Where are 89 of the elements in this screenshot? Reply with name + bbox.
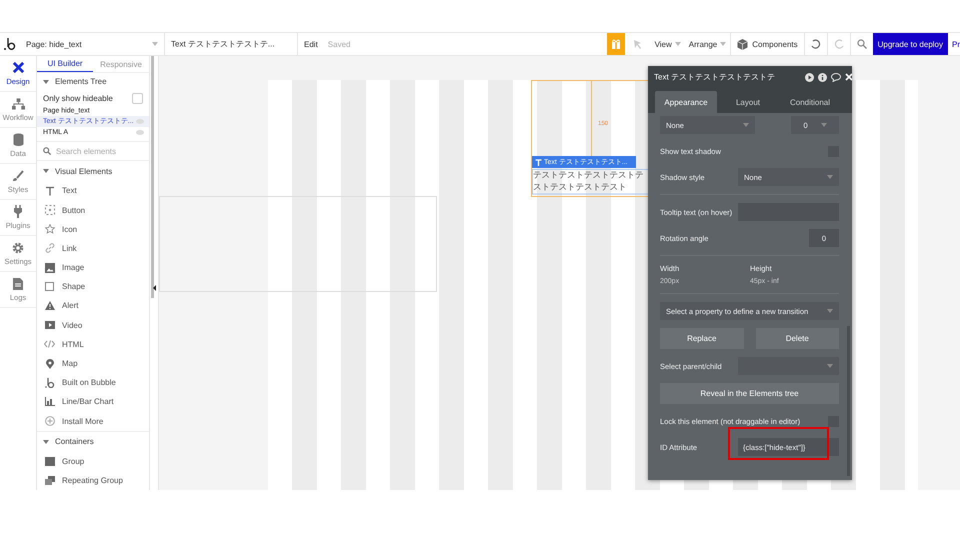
video-icon <box>44 321 54 330</box>
element-item[interactable]: Install More <box>37 411 149 431</box>
section-title[interactable]: Elements Tree <box>55 77 107 86</box>
element-dropdown[interactable]: Text テストテストテストテ... <box>165 33 298 55</box>
eye-icon[interactable] <box>136 130 144 136</box>
element-item[interactable]: Group <box>37 452 149 471</box>
pointer-icon[interactable] <box>632 39 643 49</box>
gift-button[interactable] <box>606 33 625 55</box>
stacked-squares-icon <box>44 476 54 485</box>
editor-tab[interactable]: Layout <box>717 91 779 113</box>
plus-circle-icon <box>44 416 54 426</box>
caret-icon <box>43 80 49 84</box>
warning-icon <box>44 301 54 310</box>
chart-icon <box>44 397 54 406</box>
logo-icon[interactable] <box>4 38 16 50</box>
dropdown[interactable] <box>738 357 839 375</box>
section-title[interactable]: Containers <box>55 437 94 446</box>
element-item[interactable]: Icon <box>37 220 149 239</box>
caret-icon <box>43 169 49 174</box>
page-dropdown[interactable]: Page: hide_text <box>20 33 165 55</box>
caret-icon <box>820 123 827 127</box>
editor-title: Text テストテストテストテストテ <box>654 72 775 83</box>
text-icon <box>44 186 54 196</box>
info-icon[interactable] <box>818 72 828 82</box>
element-item[interactable]: Video <box>37 316 149 335</box>
tools-icon <box>12 61 24 74</box>
brush-icon <box>12 170 24 182</box>
element-item[interactable]: Repeating Group <box>37 470 149 490</box>
upgrade-button[interactable]: Upgrade to deploy <box>872 33 948 55</box>
element-item[interactable]: Image <box>37 258 149 278</box>
logo-icon <box>44 378 54 388</box>
image-icon <box>44 262 54 273</box>
action-button[interactable]: Delete <box>756 328 839 349</box>
close-icon[interactable] <box>845 73 852 81</box>
document-icon <box>13 278 23 290</box>
editor-tab[interactable]: Appearance <box>655 91 717 113</box>
redo-icon[interactable] <box>834 39 844 49</box>
star-icon <box>44 224 54 234</box>
element-item[interactable]: HTML <box>37 334 149 354</box>
comment-icon[interactable] <box>831 72 842 82</box>
pin-icon <box>46 358 54 368</box>
caret-icon <box>152 42 158 46</box>
cube-icon <box>737 38 748 50</box>
element-item[interactable]: Text <box>37 181 149 200</box>
caret-icon <box>827 309 833 313</box>
gift-icon <box>610 39 621 49</box>
element-item[interactable]: Built on Bubble <box>37 373 149 392</box>
menu-item[interactable]: Arrange <box>684 40 730 48</box>
checkbox[interactable] <box>828 416 839 426</box>
element-item[interactable]: Line/Bar Chart <box>37 392 149 412</box>
play-icon[interactable] <box>805 72 814 82</box>
reveal-button[interactable]: Reveal in the Elements tree <box>660 383 839 404</box>
save-status: Saved <box>328 40 350 48</box>
element-item[interactable]: Alert <box>37 296 149 316</box>
caret-icon <box>720 42 726 46</box>
menu-item[interactable]: View <box>650 40 685 48</box>
element-item[interactable]: Map <box>37 354 149 374</box>
search-icon[interactable] <box>856 39 867 49</box>
caret-icon <box>827 364 833 368</box>
square-icon <box>45 282 54 292</box>
edit-label[interactable]: Edit <box>304 40 318 48</box>
button-icon <box>44 205 54 215</box>
plug-icon <box>13 205 23 218</box>
caret-icon <box>743 123 749 127</box>
preview-link[interactable]: Pr <box>948 40 960 48</box>
checkbox-label: Only show hideable <box>43 94 113 103</box>
editor-tab[interactable]: Conditional <box>779 91 841 113</box>
caret-icon <box>827 175 833 179</box>
element-item[interactable]: Link <box>37 238 149 258</box>
caret-icon <box>43 440 49 444</box>
checkbox[interactable] <box>132 92 143 104</box>
panel-tab[interactable]: UI Builder <box>37 56 93 72</box>
element-item[interactable]: Shape <box>37 277 149 296</box>
components-button[interactable]: Components <box>730 33 805 55</box>
code-icon <box>44 340 55 348</box>
text-icon <box>535 158 542 166</box>
eye-icon[interactable] <box>136 119 144 124</box>
database-icon <box>12 133 24 146</box>
link-icon <box>44 243 54 254</box>
square-icon <box>44 456 54 466</box>
caret-icon <box>674 42 681 46</box>
undo-icon[interactable] <box>810 39 821 49</box>
section-title[interactable]: Visual Elements <box>55 166 112 176</box>
search-icon <box>43 147 51 156</box>
element-item[interactable]: Button <box>37 200 149 220</box>
hierarchy-icon <box>12 98 24 110</box>
search-field[interactable]: Search elements <box>56 146 136 156</box>
action-button[interactable]: Replace <box>660 328 744 349</box>
gear-icon <box>12 242 24 254</box>
